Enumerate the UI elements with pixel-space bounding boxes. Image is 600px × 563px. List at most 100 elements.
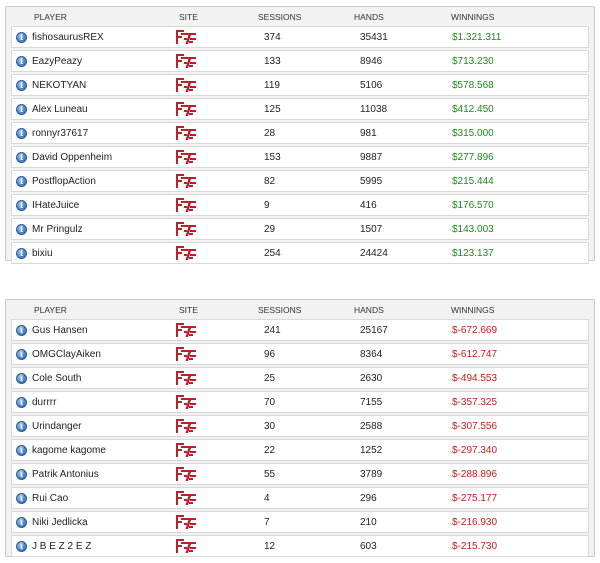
player-name: Patrik Antonius	[32, 468, 99, 480]
sessions-cell: 30	[264, 420, 276, 432]
player-cell: i Alex Luneau	[12, 103, 175, 115]
site-cell	[175, 489, 259, 507]
sessions-cell: 70	[264, 396, 276, 408]
player-name: IHateJuice	[32, 199, 80, 211]
player-cell: i durrrr	[12, 396, 175, 408]
info-icon[interactable]: i	[16, 468, 27, 480]
full-tilt-logo-icon	[176, 198, 196, 212]
table-header: PLAYER SITE SESSIONS HANDS WINNINGS	[11, 7, 589, 26]
info-icon[interactable]: i	[16, 103, 27, 115]
player-name: Mr Pringulz	[32, 223, 83, 235]
hands-cell: 35431	[360, 31, 388, 43]
winnings-cell: $277.896	[452, 151, 494, 163]
info-icon[interactable]: i	[16, 79, 27, 91]
player-cell: i NEKOTYAN	[12, 79, 175, 91]
player-cell: i IHateJuice	[12, 199, 175, 211]
hands-cell: 25167	[360, 324, 388, 336]
sessions-cell: 82	[264, 175, 276, 187]
site-cell	[175, 513, 259, 531]
player-cell: i Mr Pringulz	[12, 223, 175, 235]
site-cell	[175, 393, 259, 411]
table-row: i PostflopAction 82 5995 $215.444	[11, 170, 589, 192]
winnings-cell: $578.568	[452, 79, 494, 91]
full-tilt-logo-icon	[176, 491, 196, 505]
hands-cell: 5106	[360, 79, 383, 91]
site-cell	[175, 76, 259, 94]
hands-cell: 210	[360, 516, 377, 528]
table-header: PLAYER SITE SESSIONS HANDS WINNINGS	[11, 300, 589, 319]
hands-cell: 2630	[360, 372, 383, 384]
player-cell: i bixiu	[12, 247, 175, 259]
winnings-cell: $-216.930	[452, 516, 498, 528]
site-cell	[175, 369, 259, 387]
info-icon[interactable]: i	[16, 31, 27, 43]
info-icon[interactable]: i	[16, 348, 27, 360]
hands-cell: 2588	[360, 420, 383, 432]
info-icon[interactable]: i	[16, 372, 27, 384]
sessions-cell: 25	[264, 372, 276, 384]
info-icon[interactable]: i	[16, 247, 27, 259]
sessions-cell: 119	[264, 79, 280, 91]
full-tilt-logo-icon	[176, 150, 196, 164]
winnings-cell: $176.570	[452, 199, 494, 211]
hands-cell: 5995	[360, 175, 383, 187]
winnings-cell: $-357.325	[452, 396, 498, 408]
winnings-cell: $143.003	[452, 223, 494, 235]
sessions-cell: 254	[264, 247, 281, 259]
table-row: i David Oppenheim 153 9887 $277.896	[11, 146, 589, 168]
site-cell	[175, 220, 259, 238]
info-icon[interactable]: i	[16, 324, 27, 336]
site-cell	[175, 441, 259, 459]
winners-table: PLAYER SITE SESSIONS HANDS WINNINGS i fi…	[5, 6, 595, 264]
info-icon[interactable]: i	[16, 444, 27, 456]
sessions-cell: 125	[264, 103, 281, 115]
player-name: Urindanger	[32, 420, 82, 432]
info-icon[interactable]: i	[16, 420, 27, 432]
table-row: i Cole South 25 2630 $-494.553	[11, 367, 589, 389]
full-tilt-logo-icon	[176, 347, 196, 361]
hands-cell: 8364	[360, 348, 383, 360]
player-name: Cole South	[32, 372, 82, 384]
info-icon[interactable]: i	[16, 540, 27, 552]
player-cell: i Gus Hansen	[12, 324, 175, 336]
table-row: i Alex Luneau 125 11038 $412.450	[11, 98, 589, 120]
info-icon[interactable]: i	[16, 396, 27, 408]
info-icon[interactable]: i	[16, 199, 27, 211]
player-name: kagome kagome	[32, 444, 106, 456]
info-icon[interactable]: i	[16, 223, 27, 235]
full-tilt-logo-icon	[176, 539, 196, 553]
table-row: i J B E Z 2 E Z 12 603 $-215.730	[11, 535, 589, 557]
full-tilt-logo-icon	[176, 467, 196, 481]
player-cell: i Niki Jedlicka	[12, 516, 175, 528]
info-icon[interactable]: i	[16, 55, 27, 67]
full-tilt-logo-icon	[176, 419, 196, 433]
table-body: i fishosaurusREX 374 35431 $1.321.311 i …	[11, 26, 589, 264]
sessions-cell: 12	[264, 540, 276, 552]
table-row: i Rui Cao 4 296 $-275.177	[11, 487, 589, 509]
info-icon[interactable]: i	[16, 516, 27, 528]
full-tilt-logo-icon	[176, 443, 196, 457]
hands-cell: 9887	[360, 151, 383, 163]
winnings-cell: $-494.553	[452, 372, 498, 384]
full-tilt-logo-icon	[176, 222, 196, 236]
info-icon[interactable]: i	[16, 151, 27, 163]
sessions-cell: 241	[264, 324, 281, 336]
info-icon[interactable]: i	[16, 127, 27, 139]
column-header-player: PLAYER	[34, 304, 67, 315]
player-name: bixiu	[32, 247, 53, 259]
info-icon[interactable]: i	[16, 175, 27, 187]
player-name: Gus Hansen	[32, 324, 88, 336]
full-tilt-logo-icon	[176, 78, 196, 92]
column-header-hands: HANDS	[354, 304, 384, 315]
hands-cell: 603	[360, 540, 377, 552]
site-cell	[175, 172, 259, 190]
player-cell: i Urindanger	[12, 420, 175, 432]
table-row: i fishosaurusREX 374 35431 $1.321.311	[11, 26, 589, 48]
sessions-cell: 55	[264, 468, 276, 480]
sessions-cell: 29	[264, 223, 276, 235]
sessions-cell: 153	[264, 151, 281, 163]
player-name: David Oppenheim	[32, 151, 113, 163]
info-icon[interactable]: i	[16, 492, 27, 504]
sessions-cell: 7	[264, 516, 270, 528]
column-header-site: SITE	[179, 11, 198, 22]
